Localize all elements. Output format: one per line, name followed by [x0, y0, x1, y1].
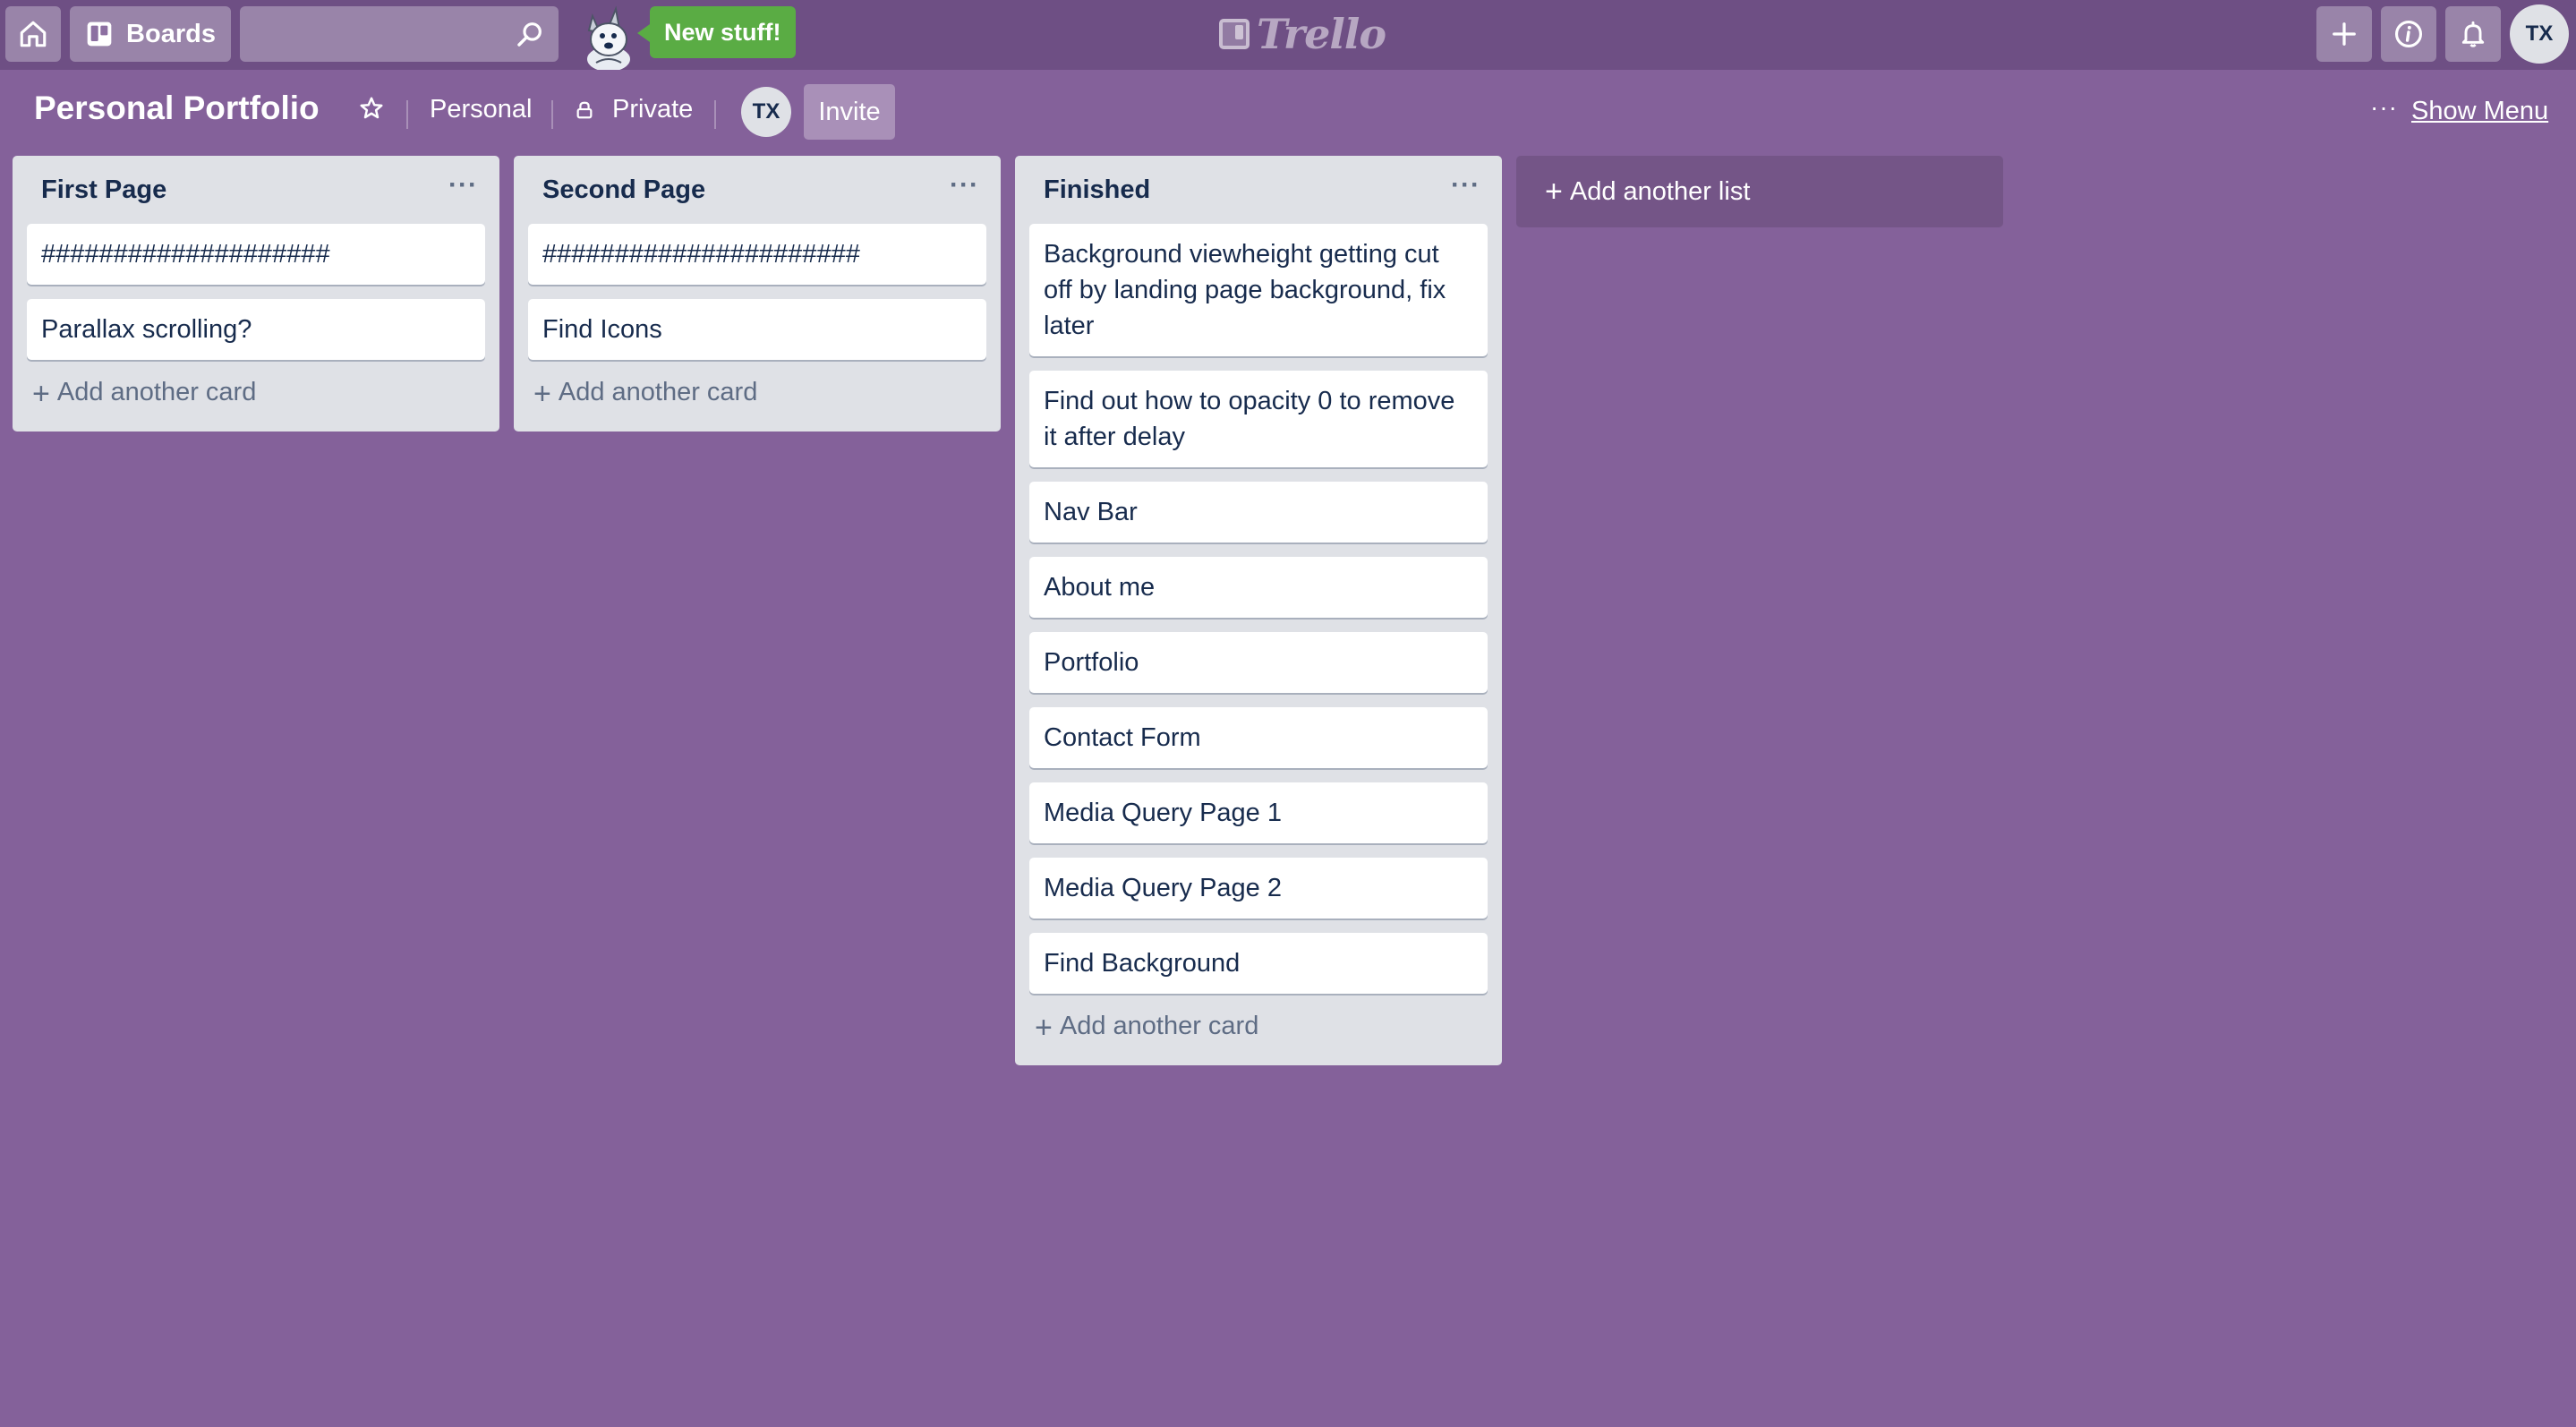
list-menu-button[interactable]: ···: [1451, 170, 1480, 201]
invite-button[interactable]: Invite: [804, 84, 895, 140]
card[interactable]: Portfolio: [1029, 632, 1488, 693]
create-button[interactable]: [2316, 6, 2372, 62]
taco-mascot-icon: [587, 5, 630, 70]
card[interactable]: Background viewheight getting cut off by…: [1029, 224, 1488, 356]
home-icon: [20, 21, 47, 47]
plus-icon: [2333, 22, 2356, 46]
board-title[interactable]: Personal Portfolio: [34, 90, 320, 127]
notifications-button[interactable]: [2445, 6, 2501, 62]
divider: [551, 100, 553, 129]
member-avatar[interactable]: TX: [741, 87, 791, 137]
list-title[interactable]: Finished: [1044, 175, 1150, 205]
card[interactable]: Find Background: [1029, 933, 1488, 994]
divider: [714, 100, 716, 129]
add-list-label: Add another list: [1569, 176, 1751, 206]
card[interactable]: Nav Bar: [1029, 482, 1488, 543]
card[interactable]: Media Query Page 2: [1029, 858, 1488, 919]
team-button[interactable]: Personal: [430, 95, 532, 124]
plus-icon: +: [533, 377, 551, 411]
trello-logo[interactable]: Trello: [1219, 10, 1386, 58]
star-board-button[interactable]: [358, 95, 385, 122]
trello-logo-text: Trello: [1257, 10, 1386, 58]
home-button[interactable]: [5, 6, 61, 62]
boards-label: Boards: [126, 19, 216, 48]
add-card-label: Add another card: [558, 378, 758, 406]
add-card-button[interactable]: + Add another card: [514, 374, 1001, 432]
card[interactable]: About me: [1029, 557, 1488, 618]
trello-logo-icon: [1219, 19, 1250, 49]
team-label: Personal: [430, 95, 533, 124]
boards-button[interactable]: Boards: [70, 6, 231, 62]
visibility-label: Private: [612, 95, 694, 124]
add-list-button[interactable]: + Add another list: [1516, 156, 2003, 227]
list-first-page: First Page ··· #################### Para…: [13, 156, 499, 432]
bell-icon: [2461, 21, 2485, 47]
board-menu-dots[interactable]: ···: [2370, 93, 2398, 122]
search-input[interactable]: [240, 6, 559, 62]
list-menu-button[interactable]: ···: [950, 170, 979, 201]
list-menu-button[interactable]: ···: [448, 170, 478, 201]
new-stuff-button[interactable]: New stuff!: [637, 6, 796, 58]
card[interactable]: Find Icons: [528, 299, 986, 360]
card[interactable]: Parallax scrolling?: [27, 299, 485, 360]
search-icon: [517, 22, 542, 47]
card[interactable]: ######################: [528, 224, 986, 285]
card[interactable]: Contact Form: [1029, 707, 1488, 768]
star-icon: [360, 97, 383, 119]
add-card-label: Add another card: [56, 378, 257, 406]
boards-icon: [87, 21, 112, 47]
lock-icon: [576, 101, 593, 118]
add-card-button[interactable]: + Add another card: [13, 374, 499, 432]
list-title[interactable]: Second Page: [542, 175, 705, 205]
info-icon: [2394, 20, 2423, 48]
plus-icon: +: [1035, 1011, 1053, 1045]
visibility-button[interactable]: Private: [575, 95, 693, 124]
list-title[interactable]: First Page: [41, 175, 166, 205]
top-header: Boards New stuff! Trello TX: [0, 0, 2576, 70]
list-second-page: Second Page ··· ###################### F…: [514, 156, 1001, 432]
card[interactable]: ####################: [27, 224, 485, 285]
divider: [406, 100, 408, 129]
card[interactable]: Media Query Page 1: [1029, 782, 1488, 843]
show-menu-link[interactable]: Show Menu: [2411, 97, 2548, 126]
plus-icon: +: [1545, 174, 1563, 209]
user-avatar[interactable]: TX: [2510, 4, 2569, 64]
add-card-label: Add another card: [1059, 1012, 1259, 1040]
add-card-button[interactable]: + Add another card: [1015, 1008, 1502, 1065]
plus-icon: +: [32, 377, 50, 411]
info-button[interactable]: [2381, 6, 2436, 62]
list-finished: Finished ··· Background viewheight getti…: [1015, 156, 1502, 1065]
card[interactable]: Find out how to opacity 0 to remove it a…: [1029, 371, 1488, 467]
